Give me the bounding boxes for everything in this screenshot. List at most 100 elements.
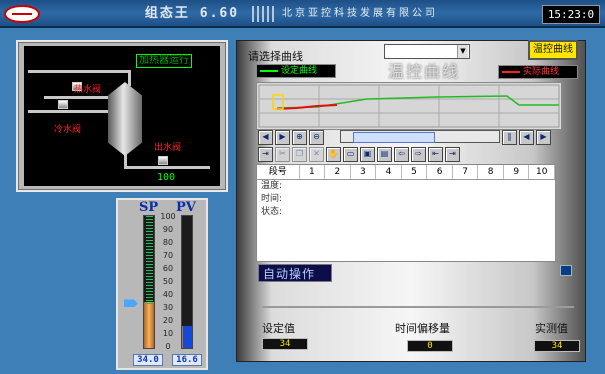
outlet-flow-value: 100 <box>156 172 176 183</box>
table-column-header: 7 <box>453 165 479 179</box>
step-forward-icon[interactable]: ▶ <box>536 130 551 145</box>
table-column-header: 5 <box>402 165 428 179</box>
legend-actual-curve: 实际曲线 <box>498 65 578 79</box>
gauge-scale-label: 70 <box>162 251 174 260</box>
last-icon[interactable]: ⇥ <box>445 147 460 162</box>
chart-scroll-thumb[interactable] <box>353 132 435 143</box>
actual-value: 34 <box>534 340 580 352</box>
table-row-label: 时间: <box>261 194 283 204</box>
sp-bar <box>143 215 155 349</box>
table-column-header: 段号 <box>257 165 300 179</box>
divider-bars <box>252 6 280 22</box>
open-icon[interactable]: ▭ <box>343 147 358 162</box>
pv-readout: 16.6 <box>172 354 202 366</box>
gauge-scale: 100 90 80 70 60 50 40 30 20 10 0 <box>160 213 176 353</box>
step-back-icon[interactable]: ◀ <box>519 130 534 145</box>
table-column-header: 10 <box>529 165 556 179</box>
copy-icon[interactable]: ❐ <box>292 147 307 162</box>
segment-table-header: 段号 1 2 3 4 5 6 7 8 9 10 <box>257 165 556 180</box>
temp-control-button[interactable]: 温控曲线 <box>528 40 578 60</box>
curve-title: 温控曲线 <box>388 62 461 81</box>
pipe-top <box>28 70 130 73</box>
table-row-label: 温度: <box>261 181 283 191</box>
chart-toolbar-2: ⇥ ✂ ❐ ✕ ✋ ▭ ▣ ▤ ⇦ ⇨ ⇤ ⇥ <box>258 147 460 162</box>
gauge-scale-label: 100 <box>160 212 176 221</box>
gauge-scale-label: 80 <box>162 238 174 247</box>
pv-bar-low-band <box>183 326 192 348</box>
auto-operation-button[interactable]: 自动操作 <box>258 264 332 282</box>
pv-bar <box>181 215 193 349</box>
legend-set-label: 设定曲线 <box>281 66 318 76</box>
outlet-valve-label: 出水阀 <box>154 143 182 153</box>
prev-page-icon[interactable]: ◀ <box>258 130 273 145</box>
next-page-icon[interactable]: ▶ <box>275 130 290 145</box>
hand-icon[interactable]: ✋ <box>326 147 341 162</box>
save-icon[interactable]: ▣ <box>360 147 375 162</box>
segment-table: 段号 1 2 3 4 5 6 7 8 9 10 温度: 时间: 状态: <box>256 164 556 262</box>
pipe-cold <box>28 110 114 113</box>
cut-icon[interactable]: ✂ <box>275 147 290 162</box>
chart-scrollbar[interactable] <box>340 130 500 143</box>
setpoint-label: 设定值 <box>262 322 295 335</box>
zoom-out-icon[interactable]: ⊖ <box>309 130 324 145</box>
gauge-scale-label: 20 <box>162 316 174 325</box>
pipe-hot <box>44 96 114 99</box>
legend-set-curve: 设定曲线 <box>256 64 336 78</box>
delete-icon[interactable]: ✕ <box>309 147 324 162</box>
gauge-scale-label: 10 <box>162 329 174 338</box>
table-column-header: 3 <box>351 165 377 179</box>
chart-plot-area <box>258 84 560 128</box>
company-logo <box>4 5 40 23</box>
time-offset-label: 时间偏移量 <box>395 322 450 335</box>
app-title: 组态王 6.60 <box>144 6 240 21</box>
outlet-valve-icon[interactable] <box>158 156 168 165</box>
trend-chart[interactable] <box>256 82 562 130</box>
cold-water-valve-icon[interactable] <box>58 100 68 109</box>
actual-value-label: 实测值 <box>535 322 568 335</box>
heater-vessel <box>108 82 142 156</box>
table-column-header: 1 <box>300 165 326 179</box>
first-icon[interactable]: ⇤ <box>428 147 443 162</box>
heater-status-label: 加热器运行 <box>136 54 192 68</box>
pipe-outlet <box>124 166 210 169</box>
zoom-in-icon[interactable]: ⊕ <box>292 130 307 145</box>
print-icon[interactable]: ▤ <box>377 147 392 162</box>
gauge-scale-label: 60 <box>162 264 174 273</box>
sp-label: SP <box>139 200 159 215</box>
sp-readout: 34.0 <box>133 354 163 366</box>
legend-actual-label: 实际曲线 <box>523 67 560 77</box>
back-icon[interactable]: ⇦ <box>394 147 409 162</box>
pv-label: PV <box>176 200 196 215</box>
table-column-header: 6 <box>427 165 453 179</box>
curve-select[interactable] <box>384 44 470 59</box>
cold-water-valve-label: 冷水阀 <box>54 125 82 135</box>
sp-bar-ticks <box>146 216 153 305</box>
pause-icon[interactable]: ‖ <box>502 130 517 145</box>
clock: 15:23:0 <box>542 5 600 24</box>
gauge-scale-label: 40 <box>162 290 174 299</box>
segment-table-body: 温度: 时间: 状态: <box>257 180 555 219</box>
pipe-top-drop <box>128 70 131 86</box>
company-name: 北京亚控科技发展有限公司 <box>282 8 438 19</box>
select-curve-label: 请选择曲线 <box>248 50 303 63</box>
sp-bar-fill <box>144 302 154 348</box>
gauge-scale-label: 30 <box>162 303 174 312</box>
time-offset-value[interactable]: 0 <box>407 340 453 352</box>
gauge-scale-label: 50 <box>162 277 174 286</box>
hot-water-valve-label: 热水阀 <box>74 85 102 95</box>
chart-toolbar-1b: ‖ ◀ ▶ <box>502 130 551 145</box>
table-column-header: 8 <box>478 165 504 179</box>
import-icon[interactable]: ⇥ <box>258 147 273 162</box>
panel-divider <box>262 306 574 308</box>
table-column-header: 4 <box>376 165 402 179</box>
table-row-label: 状态: <box>261 207 283 217</box>
chart-toolbar-1: ◀ ▶ ⊕ ⊖ <box>258 130 324 145</box>
trend-chart-svg <box>258 84 560 128</box>
setpoint-value[interactable]: 34 <box>262 338 308 350</box>
forward-icon[interactable]: ⇨ <box>411 147 426 162</box>
table-column-header: 9 <box>504 165 530 179</box>
gauge-scale-label: 0 <box>165 342 171 351</box>
gauge-scale-label: 90 <box>162 225 174 234</box>
table-column-header: 2 <box>325 165 351 179</box>
chart-settings-icon[interactable] <box>560 265 572 276</box>
